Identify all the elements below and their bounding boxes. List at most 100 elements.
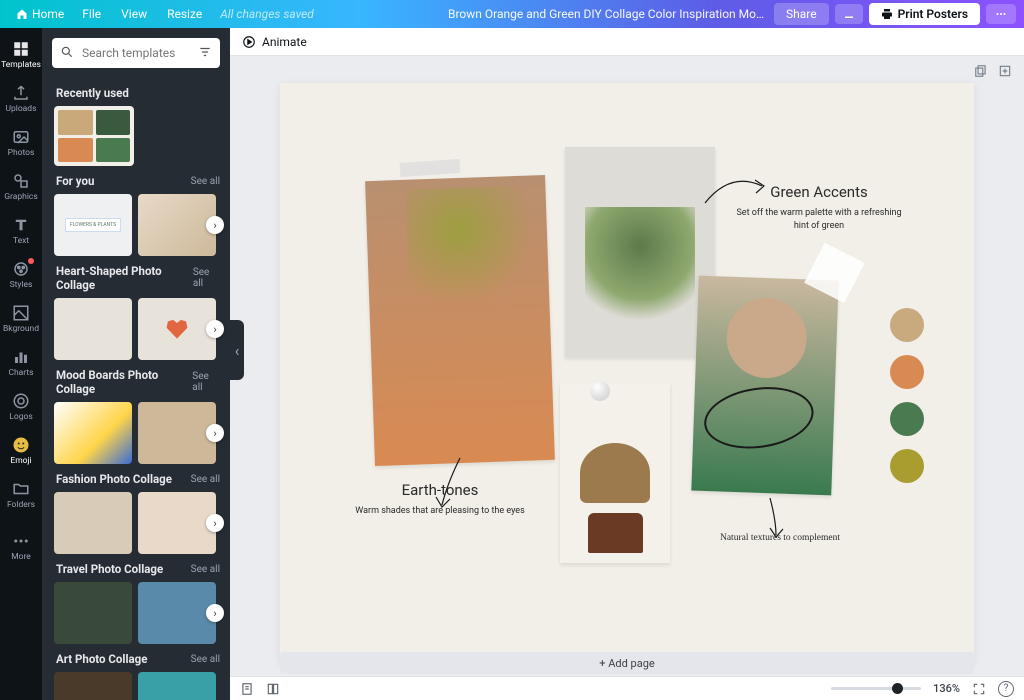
rail-label: Folders <box>7 500 35 510</box>
color-swatch[interactable] <box>890 449 924 483</box>
status-bar: 136% ? <box>230 676 1024 700</box>
template-thumb[interactable] <box>54 298 132 360</box>
see-all-link[interactable]: See all <box>191 474 220 485</box>
design-canvas[interactable]: Green Accents Set off the warm palette w… <box>280 83 974 663</box>
add-page-icon[interactable] <box>998 64 1012 78</box>
template-thumb[interactable] <box>54 672 132 700</box>
rail-logos[interactable]: Logos <box>0 386 42 428</box>
rail-photos[interactable]: Photos <box>0 122 42 164</box>
rail-uploads[interactable]: Uploads <box>0 78 42 120</box>
slider-knob[interactable] <box>892 683 903 694</box>
view-menu[interactable]: View <box>111 3 157 25</box>
pearl-decor[interactable] <box>590 381 610 401</box>
animate-button[interactable]: Animate <box>262 35 307 49</box>
photo-plant-room[interactable] <box>565 147 715 357</box>
template-thumb[interactable] <box>54 402 132 464</box>
logos-icon <box>12 392 30 410</box>
page-tools <box>974 64 1012 78</box>
fullscreen-icon[interactable] <box>972 682 986 696</box>
scroll-right-button[interactable]: › <box>206 604 224 622</box>
emoji-icon <box>12 436 30 454</box>
see-all-link[interactable]: See all <box>191 176 220 187</box>
document-title[interactable]: Brown Orange and Green DIY Collage Color… <box>448 7 768 21</box>
annotation-earth[interactable]: Earth-tones Warm shades that are pleasin… <box>355 481 525 518</box>
heart-icon <box>164 317 190 341</box>
pages-icon[interactable] <box>266 682 280 696</box>
notes-icon[interactable] <box>240 682 254 696</box>
print-label: Print Posters <box>898 7 968 21</box>
templates-scroll[interactable]: Recently used For youSee all FLOWERS & P… <box>42 78 230 700</box>
template-thumb[interactable] <box>54 582 132 644</box>
annotation-body: Set off the warm palette with a refreshi… <box>734 207 904 232</box>
rail-text[interactable]: Text <box>0 210 42 252</box>
zoom-slider[interactable] <box>831 687 921 690</box>
annotation-title: Earth-tones <box>355 481 525 499</box>
rail-graphics[interactable]: Graphics <box>0 166 42 208</box>
duplicate-page-icon[interactable] <box>974 64 988 78</box>
see-all-link[interactable]: See all <box>191 564 220 575</box>
text-icon <box>12 216 30 234</box>
rail-templates[interactable]: Templates <box>0 34 42 76</box>
section-title: Mood Boards Photo Collage <box>56 368 192 396</box>
share-button[interactable]: Share <box>774 3 829 25</box>
scroll-right-button[interactable]: › <box>206 424 224 442</box>
more-button[interactable] <box>986 4 1016 24</box>
template-thumb[interactable] <box>138 672 216 700</box>
search-input[interactable] <box>52 38 220 68</box>
rail-more[interactable]: More <box>0 526 42 568</box>
home-icon <box>16 8 28 20</box>
color-swatch[interactable] <box>890 355 924 389</box>
photo-woman-green[interactable] <box>691 276 838 496</box>
home-button[interactable]: Home <box>8 3 72 25</box>
photo-woman-orange[interactable] <box>365 175 555 466</box>
template-thumb[interactable] <box>138 492 216 554</box>
scroll-right-button[interactable]: › <box>206 216 224 234</box>
template-thumb[interactable] <box>138 298 216 360</box>
template-thumb[interactable] <box>138 194 216 256</box>
download-button[interactable] <box>835 4 863 24</box>
collapse-panel-button[interactable]: ‹ <box>230 320 244 380</box>
rail-emoji[interactable]: Emoji <box>0 430 42 472</box>
annotation-green[interactable]: Green Accents Set off the warm palette w… <box>734 183 904 232</box>
ellipsis-icon <box>994 8 1008 20</box>
color-swatch[interactable] <box>890 308 924 342</box>
filter-icon[interactable] <box>198 45 212 59</box>
template-thumb[interactable] <box>54 106 134 166</box>
charts-icon <box>12 348 30 366</box>
template-thumb[interactable] <box>138 582 216 644</box>
template-thumb[interactable] <box>54 492 132 554</box>
side-rail: Templates Uploads Photos Graphics Text S… <box>0 28 42 700</box>
save-status: All changes saved <box>220 7 314 21</box>
resize-menu[interactable]: Resize <box>157 3 212 25</box>
zoom-value[interactable]: 136% <box>933 682 960 695</box>
template-thumb[interactable]: FLOWERS & PLANTS <box>54 194 132 256</box>
search-wrapper <box>52 38 220 68</box>
rail-charts[interactable]: Charts <box>0 342 42 384</box>
annotation-natural[interactable]: Natural textures to complement <box>690 533 870 543</box>
rail-label: Photos <box>8 148 35 158</box>
photo-basket-stool[interactable] <box>560 383 670 563</box>
section-title: Art Photo Collage <box>56 652 147 666</box>
see-all-link[interactable]: See all <box>193 267 220 289</box>
template-thumb[interactable] <box>138 402 216 464</box>
download-icon <box>843 8 855 20</box>
rail-background[interactable]: Bkground <box>0 298 42 340</box>
section-title: Travel Photo Collage <box>56 562 163 576</box>
see-all-link[interactable]: See all <box>191 654 220 665</box>
color-swatch[interactable] <box>890 402 924 436</box>
add-page-button[interactable]: + Add page <box>280 652 974 674</box>
print-button[interactable]: Print Posters <box>869 3 980 25</box>
scroll-right-button[interactable]: › <box>206 514 224 532</box>
context-toolbar: Animate <box>230 28 1024 56</box>
thumb-label: FLOWERS & PLANTS <box>65 218 121 232</box>
graphics-icon <box>12 172 30 190</box>
help-button[interactable]: ? <box>998 681 1014 697</box>
canvas-stage: Animate Green Accents Set off the warm p… <box>230 28 1024 676</box>
see-all-link[interactable]: See all <box>192 371 220 393</box>
rail-folders[interactable]: Folders <box>0 474 42 516</box>
rail-styles[interactable]: Styles <box>0 254 42 296</box>
rail-label: Charts <box>8 368 33 378</box>
section-title: Recently used <box>56 86 129 100</box>
scroll-right-button[interactable]: › <box>206 320 224 338</box>
file-menu[interactable]: File <box>72 3 111 25</box>
